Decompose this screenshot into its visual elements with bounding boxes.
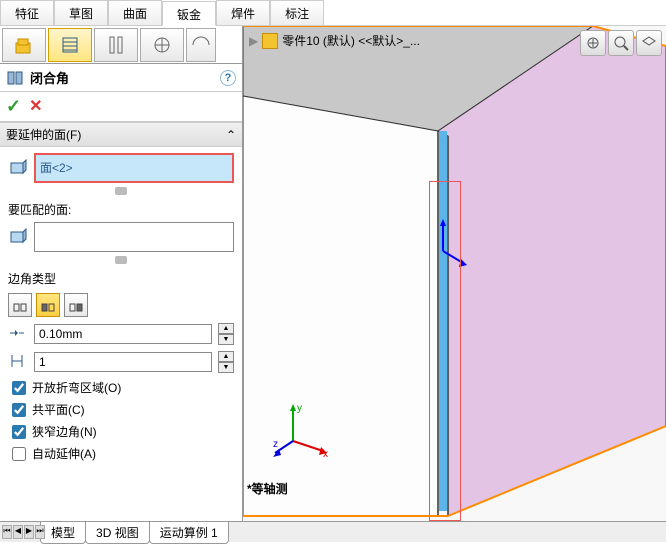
list-resize-handle[interactable] [115,256,127,264]
corner-type-1[interactable] [8,293,32,317]
viewport[interactable]: ▶ 零件10 (默认) <<默认>_... y x z *等轴测 [243,26,666,521]
ok-button[interactable]: ✓ [6,96,21,117]
ribbon-tab-sheetmetal[interactable]: 钣金 [162,1,216,26]
ribbon-tab-surface[interactable]: 曲面 [108,0,162,25]
viewport-toolbar [580,30,662,56]
ribbon-tab-weldment[interactable]: 焊件 [216,0,270,25]
bottom-tab-3dview[interactable]: 3D 视图 [85,521,150,544]
tab-nav-first[interactable]: ⏮ [2,525,12,539]
ratio-down[interactable]: ▼ [218,362,234,373]
zoom-fit-icon[interactable] [580,30,606,56]
faces-extend-list[interactable]: 面<2> [34,153,234,183]
collapse-icon: ⌃ [226,128,236,142]
tab-nav-last[interactable]: ⏭ [35,525,45,539]
confirm-row: ✓ ✕ [0,92,242,122]
ribbon-tab-sketch[interactable]: 草图 [54,0,108,25]
corner-type-label: 边角类型 [8,270,234,287]
gap-up[interactable]: ▲ [218,323,234,334]
panel-tabs [0,26,242,64]
feature-header: 闭合角 ? [0,64,242,92]
check-coplanar[interactable] [12,403,26,417]
gap-input[interactable] [34,324,212,344]
ribbon-tab-annotate[interactable]: 标注 [270,0,324,25]
face-icon [8,227,28,247]
check-narrow-corner[interactable] [12,425,26,439]
cancel-button[interactable]: ✕ [29,96,42,117]
svg-text:x: x [323,449,328,460]
part-icon [262,33,278,49]
gap-icon [8,324,28,345]
ribbon-tab-feature[interactable]: 特征 [0,0,54,25]
bottom-tab-motion[interactable]: 运动算例 1 [149,521,229,544]
ratio-input[interactable] [34,352,212,372]
ratio-up[interactable]: ▲ [218,351,234,362]
panel-tab-feature-tree[interactable] [2,28,46,62]
panel-tab-dim[interactable] [186,28,216,62]
faces-match-list[interactable] [34,222,234,252]
svg-text:z: z [273,439,278,450]
triad-icon[interactable]: y x z [273,401,333,461]
tab-nav-next[interactable]: ▶ [24,525,34,539]
help-icon[interactable]: ? [220,70,236,86]
zoom-icon[interactable] [608,30,634,56]
panel-tab-appearance[interactable] [140,28,184,62]
bottom-tab-model[interactable]: 模型 [40,521,86,544]
panel-tab-config[interactable] [94,28,138,62]
breadcrumb[interactable]: ▶ 零件10 (默认) <<默认>_... [249,32,420,49]
svg-text:y: y [297,403,302,414]
corner-type-buttons [8,293,234,317]
ratio-icon [8,352,28,373]
view-orient-icon[interactable] [636,30,662,56]
feature-title: 闭合角 [30,68,220,87]
tab-nav-prev[interactable]: ◀ [13,525,23,539]
breadcrumb-arrow-icon: ▶ [249,34,258,48]
ribbon-tabs: 特征 草图 曲面 钣金 焊件 标注 [0,0,666,26]
breadcrumb-text: 零件10 (默认) <<默认>_... [282,32,420,49]
scene-label: *等轴测 [247,480,288,497]
faces-match-label: 要匹配的面: [8,201,234,218]
property-panel: 闭合角 ? ✓ ✕ 要延伸的面(F) ⌃ 面<2> 要匹配的面: [0,26,243,521]
corner-type-2[interactable] [36,293,60,317]
check-auto-extend[interactable] [12,447,26,461]
face-icon [8,158,28,178]
panel-tab-property[interactable] [48,28,92,62]
bottom-tabs: ⏮ ◀ ▶ ⏭ 模型 3D 视图 运动算例 1 [0,521,666,542]
closed-corner-icon [6,70,26,86]
selection-highlight [429,181,461,521]
corner-type-3[interactable] [64,293,88,317]
check-open-bend[interactable] [12,381,26,395]
list-resize-handle[interactable] [115,187,127,195]
gap-down[interactable]: ▼ [218,334,234,345]
section-faces-extend[interactable]: 要延伸的面(F) ⌃ [0,122,242,147]
